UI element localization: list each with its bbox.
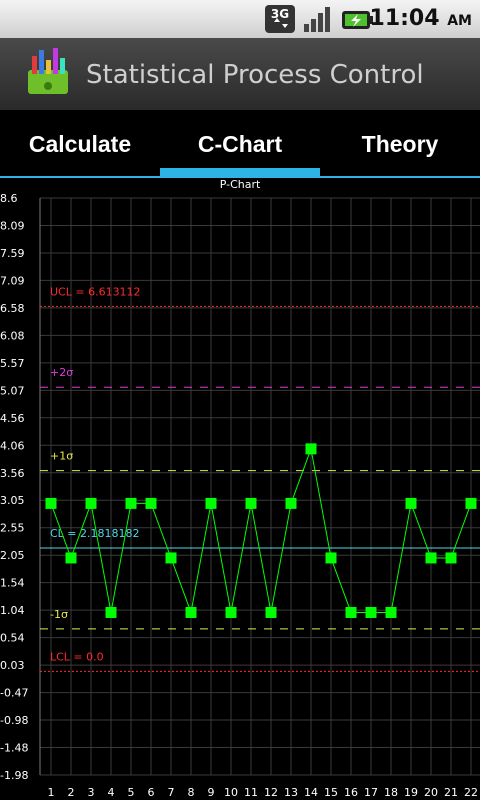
y-tick-label: 6.58 — [0, 302, 25, 315]
y-tick-label: 7.09 — [0, 274, 25, 287]
x-tick-label: 22 — [464, 786, 478, 799]
data-point — [465, 497, 477, 509]
y-tick-label: 2.55 — [0, 522, 25, 535]
data-point — [385, 606, 397, 618]
data-point — [185, 606, 197, 618]
y-tick-label: 1.54 — [0, 577, 25, 590]
x-tick-label: 2 — [68, 786, 75, 799]
y-tick-label: 0.03 — [0, 659, 25, 672]
data-point — [225, 606, 237, 618]
data-point — [245, 497, 257, 509]
data-point — [125, 497, 137, 509]
x-tick-label: 16 — [344, 786, 358, 799]
x-tick-label: 13 — [284, 786, 298, 799]
data-point — [205, 497, 217, 509]
tab-theory[interactable]: Theory — [320, 110, 480, 176]
x-tick-label: 7 — [168, 786, 175, 799]
data-point — [345, 606, 357, 618]
tab-calculate[interactable]: Calculate — [0, 110, 160, 176]
y-tick-label: 3.05 — [0, 494, 25, 507]
x-tick-label: 6 — [148, 786, 155, 799]
status-time: 11:04 AM — [369, 6, 472, 31]
data-point — [305, 443, 317, 455]
y-tick-label: 0.54 — [0, 632, 25, 645]
network-3g-icon: 3G — [264, 4, 296, 38]
y-tick-label: 3.56 — [0, 467, 25, 480]
y-tick-label: 5.57 — [0, 357, 25, 370]
x-tick-label: 12 — [264, 786, 278, 799]
x-tick-label: 11 — [244, 786, 258, 799]
x-tick-label: 14 — [304, 786, 318, 799]
control-line-label: -1σ — [50, 608, 68, 621]
y-tick-label: -1.98 — [0, 769, 28, 782]
x-tick-label: 8 — [188, 786, 195, 799]
data-point — [365, 606, 377, 618]
control-line-label: UCL = 6.613112 — [50, 285, 141, 298]
x-tick-label: 18 — [384, 786, 398, 799]
y-tick-label: 7.59 — [0, 247, 25, 260]
app-title-bar: Statistical Process Control — [0, 38, 480, 111]
data-point — [285, 497, 297, 509]
x-tick-label: 9 — [208, 786, 215, 799]
x-tick-label: 5 — [128, 786, 135, 799]
selected-tab-indicator — [160, 168, 320, 176]
data-point — [85, 497, 97, 509]
data-point — [145, 497, 157, 509]
data-point — [405, 497, 417, 509]
y-tick-label: 8.09 — [0, 219, 25, 232]
x-tick-label: 20 — [424, 786, 438, 799]
control-line-label: +2σ — [50, 366, 73, 379]
y-tick-label: 6.08 — [0, 329, 25, 342]
y-tick-label: 8.6 — [0, 192, 18, 205]
status-bar: 3G 11:04 AM — [0, 0, 480, 38]
x-tick-label: 4 — [108, 786, 115, 799]
data-point — [325, 552, 337, 564]
app-logo-icon — [22, 46, 74, 106]
x-tick-label: 10 — [224, 786, 238, 799]
y-tick-label: 1.04 — [0, 604, 25, 617]
control-line-label: +1σ — [50, 450, 73, 463]
data-point — [265, 606, 277, 618]
x-tick-label: 19 — [404, 786, 418, 799]
y-tick-label: 4.06 — [0, 439, 25, 452]
control-line-label: LCL = 0.0 — [50, 650, 104, 663]
y-tick-label: 2.05 — [0, 549, 25, 562]
signal-strength-icon — [302, 4, 334, 38]
p-chart: 8.6 8.09 7.59 7.09 6.58 6.08 5.57 5.07 4.56 4.06 3… — [0, 192, 480, 799]
data-point — [425, 552, 437, 564]
data-point — [445, 552, 457, 564]
y-tick-label: -0.98 — [0, 714, 28, 727]
x-tick-label: 17 — [364, 786, 378, 799]
app-title: Statistical Process Control — [86, 60, 424, 90]
x-tick-label: 21 — [444, 786, 458, 799]
y-tick-label: -1.48 — [0, 742, 28, 755]
data-point — [105, 606, 117, 618]
data-point — [165, 552, 177, 564]
x-tick-label: 1 — [48, 786, 55, 799]
y-tick-label: -0.47 — [0, 687, 28, 700]
svg-text:3G: 3G — [271, 7, 289, 21]
y-tick-label: 4.56 — [0, 412, 25, 425]
y-tick-label: 5.07 — [0, 384, 25, 397]
data-point — [45, 497, 57, 509]
chart-area: P-Chart 8.6 8.09 7.59 7.09 6.58 6.08 5.57 5.07 4… — [0, 178, 480, 800]
data-point — [65, 552, 77, 564]
tab-c-chart[interactable]: C-Chart — [160, 110, 320, 176]
x-tick-label: 15 — [324, 786, 338, 799]
x-tick-label: 3 — [88, 786, 95, 799]
tab-bar: Calculate C-Chart Theory — [0, 110, 480, 178]
